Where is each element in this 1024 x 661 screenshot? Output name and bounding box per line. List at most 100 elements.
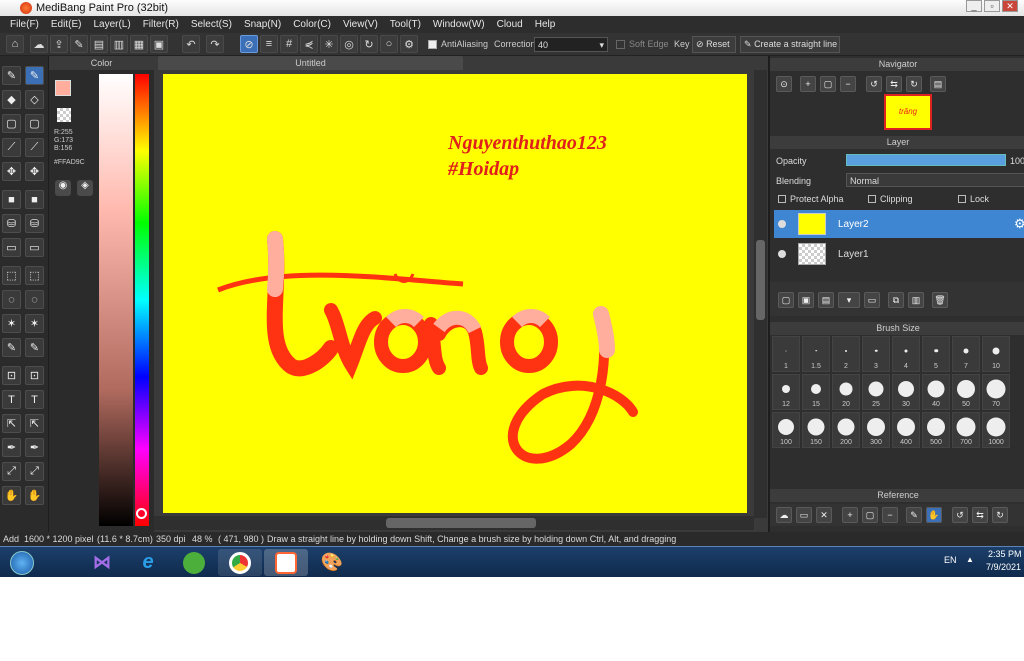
layer-row-layer2[interactable]: Layer2 ⚙ bbox=[774, 210, 1024, 238]
brush-size-700[interactable]: 700 bbox=[952, 412, 980, 448]
brush-size-300[interactable]: 300 bbox=[862, 412, 890, 448]
zoom-in-icon[interactable]: + bbox=[800, 76, 816, 92]
new-layer-icon[interactable]: ▢ bbox=[778, 292, 794, 308]
brush-size-200[interactable]: 200 bbox=[832, 412, 860, 448]
internet-explorer-icon[interactable]: e bbox=[126, 549, 170, 576]
select-tool-icon[interactable]: ⬚ bbox=[2, 266, 21, 285]
brush-size-50[interactable]: 50 bbox=[952, 374, 980, 410]
protect-alpha-checkbox[interactable] bbox=[778, 195, 786, 203]
saturation-value-field[interactable] bbox=[99, 74, 133, 526]
new-1bit-layer-icon[interactable]: ▤ bbox=[818, 292, 834, 308]
parallel-snap-icon[interactable]: ≡ bbox=[260, 35, 278, 53]
brush-size-1-5[interactable]: 1.5 bbox=[802, 336, 830, 372]
menu-view[interactable]: View(V) bbox=[337, 19, 384, 30]
reference-close-icon[interactable]: ✕ bbox=[816, 507, 832, 523]
add-layer-menu-icon[interactable]: ▾ bbox=[838, 292, 860, 308]
move2-tool-icon[interactable]: ✥ bbox=[25, 162, 44, 181]
brush-size-5[interactable]: 5 bbox=[922, 336, 950, 372]
brush-size-10[interactable]: 10 bbox=[982, 336, 1010, 372]
brush-size-40[interactable]: 40 bbox=[922, 374, 950, 410]
visibility-icon[interactable] bbox=[778, 220, 786, 228]
redo-icon[interactable]: ↷ bbox=[206, 35, 224, 53]
brush-size-20[interactable]: 20 bbox=[832, 374, 860, 410]
zoom-out-icon[interactable]: − bbox=[840, 76, 856, 92]
soft-edge-checkbox[interactable] bbox=[616, 40, 625, 49]
ellipse-snap-icon[interactable]: ○ bbox=[380, 35, 398, 53]
paint-icon[interactable]: 🎨 bbox=[310, 549, 354, 576]
coccoc-icon[interactable] bbox=[172, 549, 216, 576]
document-tab[interactable]: Untitled bbox=[158, 56, 463, 70]
dropper-tool-icon[interactable]: ⤢ bbox=[2, 462, 21, 481]
vanishing-snap-icon[interactable]: ⋞ bbox=[300, 35, 318, 53]
transparent-swatch[interactable] bbox=[57, 108, 71, 122]
text2-tool-icon[interactable]: T bbox=[25, 390, 44, 409]
brush-size-150[interactable]: 150 bbox=[802, 412, 830, 448]
eyedropper-tool-icon[interactable]: ✒ bbox=[2, 438, 21, 457]
eraser2-tool-icon[interactable]: ◇ bbox=[25, 90, 44, 109]
comment-icon[interactable]: ✎ bbox=[70, 35, 88, 53]
chrome-icon[interactable] bbox=[218, 549, 262, 576]
blending-select[interactable]: Normal bbox=[846, 173, 1024, 187]
reference-eyedropper-icon[interactable]: ✎ bbox=[906, 507, 922, 523]
rect-tool-icon[interactable]: ▢ bbox=[2, 114, 21, 133]
cross-snap-icon[interactable]: # bbox=[280, 35, 298, 53]
artboard[interactable]: Nguyenthuthao123 #Hoidap bbox=[163, 74, 747, 513]
brush-size-7[interactable]: 7 bbox=[952, 336, 980, 372]
circle-snap-icon[interactable]: ◎ bbox=[340, 35, 358, 53]
wand2-tool-icon[interactable]: ✶ bbox=[25, 314, 44, 333]
panel-icon[interactable]: ▣ bbox=[150, 35, 168, 53]
vertical-scrollbar[interactable] bbox=[754, 70, 767, 518]
eyedropper2-tool-icon[interactable]: ✒ bbox=[25, 438, 44, 457]
brush-tool-icon[interactable]: ✎ bbox=[25, 66, 44, 85]
menu-color[interactable]: Color(C) bbox=[287, 19, 337, 30]
reference-zoom-in-icon[interactable]: + bbox=[842, 507, 858, 523]
select-eraser-tool-icon[interactable]: ⊡ bbox=[2, 366, 21, 385]
visual-studio-icon[interactable]: ⋈ bbox=[80, 549, 124, 576]
chat-icon[interactable]: ▤ bbox=[90, 35, 108, 53]
clipping-checkbox[interactable] bbox=[868, 195, 876, 203]
hue-slider[interactable] bbox=[135, 74, 149, 526]
zoom-fit-icon[interactable]: ⊙ bbox=[776, 76, 792, 92]
palette-icon[interactable]: ◉ bbox=[55, 180, 71, 196]
horizontal-scrollbar[interactable] bbox=[154, 516, 754, 530]
flip-icon[interactable]: ⇆ bbox=[886, 76, 902, 92]
brush-size-500[interactable]: 500 bbox=[922, 412, 950, 448]
line-tool-icon[interactable]: ⟋ bbox=[2, 138, 21, 157]
brush-size-12[interactable]: 12 bbox=[772, 374, 800, 410]
dropper2-tool-icon[interactable]: ⤢ bbox=[25, 462, 44, 481]
menu-window[interactable]: Window(W) bbox=[427, 19, 491, 30]
fit-window-icon[interactable]: ▢ bbox=[820, 76, 836, 92]
eraser-tool-icon[interactable]: ◆ bbox=[2, 90, 21, 109]
reference-zoom-out-icon[interactable]: − bbox=[882, 507, 898, 523]
delete-layer-icon[interactable]: 🗑 bbox=[932, 292, 948, 308]
menu-tool[interactable]: Tool(T) bbox=[384, 19, 427, 30]
brush-size-15[interactable]: 15 bbox=[802, 374, 830, 410]
start-button[interactable] bbox=[4, 549, 40, 576]
brush-size-70[interactable]: 70 bbox=[982, 374, 1010, 410]
curve-snap-icon[interactable]: ↻ bbox=[360, 35, 378, 53]
reference-flip-icon[interactable]: ⇆ bbox=[972, 507, 988, 523]
operation-tool-icon[interactable]: ⇱ bbox=[2, 414, 21, 433]
fill-tool-icon[interactable]: ■ bbox=[2, 190, 21, 209]
menu-edit[interactable]: Edit(E) bbox=[45, 19, 88, 30]
home-icon[interactable]: ⌂ bbox=[6, 35, 24, 53]
medibang-icon[interactable] bbox=[264, 549, 308, 576]
brush-size-100[interactable]: 100 bbox=[772, 412, 800, 448]
close-button[interactable]: ✕ bbox=[1002, 0, 1018, 12]
maximize-button[interactable]: ▫ bbox=[984, 0, 1000, 12]
line2-tool-icon[interactable]: ⟋ bbox=[25, 138, 44, 157]
hue-handle[interactable] bbox=[136, 508, 147, 519]
antialiasing-checkbox[interactable] bbox=[428, 40, 437, 49]
brush-size-30[interactable]: 30 bbox=[892, 374, 920, 410]
hand2-tool-icon[interactable]: ✋ bbox=[25, 486, 44, 505]
brush-size-400[interactable]: 400 bbox=[892, 412, 920, 448]
rotate-right-icon[interactable]: ↻ bbox=[906, 76, 922, 92]
menu-snap[interactable]: Snap(N) bbox=[238, 19, 287, 30]
folder-icon[interactable]: ▭ bbox=[864, 292, 880, 308]
opacity-slider[interactable] bbox=[846, 154, 1006, 166]
reference-rotate-right-icon[interactable]: ↻ bbox=[992, 507, 1008, 523]
wand-tool-icon[interactable]: ✶ bbox=[2, 314, 21, 333]
tray-arrow-icon[interactable]: ▲ bbox=[966, 555, 974, 564]
menu-select[interactable]: Select(S) bbox=[185, 19, 238, 30]
correction-select[interactable]: 40 ▾ bbox=[534, 37, 608, 52]
